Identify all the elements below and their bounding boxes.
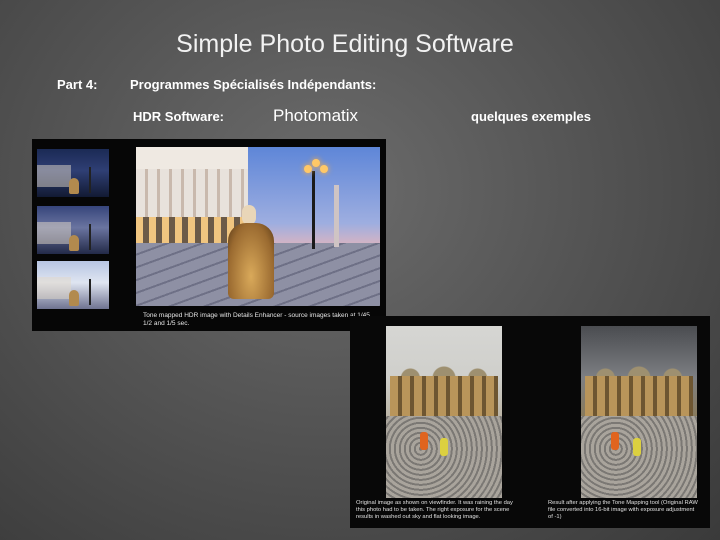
hdr-software-label: HDR Software:: [133, 109, 225, 124]
source-thumbnail-bright: [37, 261, 109, 309]
tone-mapped-photo: [136, 147, 380, 306]
slide-title: Simple Photo Editing Software: [176, 30, 514, 58]
part-label: Part 4:: [57, 77, 98, 92]
result-caption: Result after applying the Tone Mapping t…: [548, 500, 698, 520]
original-caption: Original image as shown on viewfinder. I…: [356, 500, 513, 520]
tone-mapped-result-photo: [581, 326, 697, 498]
part-heading: Programmes Spécialisés Indépendants:: [130, 77, 377, 92]
hdr-caption: Tone mapped HDR image with Details Enhan…: [143, 312, 372, 327]
hdr-example-panel: Tone mapped HDR image with Details Enhan…: [32, 139, 386, 331]
examples-label: quelques exemples: [471, 109, 591, 124]
original-photo: [386, 326, 502, 498]
source-thumbnail-dark: [37, 149, 109, 197]
product-name: Photomatix: [273, 106, 359, 125]
source-thumbnail-medium: [37, 206, 109, 254]
tone-mapping-comparison-panel: Original image as shown on viewfinder. I…: [350, 316, 710, 528]
